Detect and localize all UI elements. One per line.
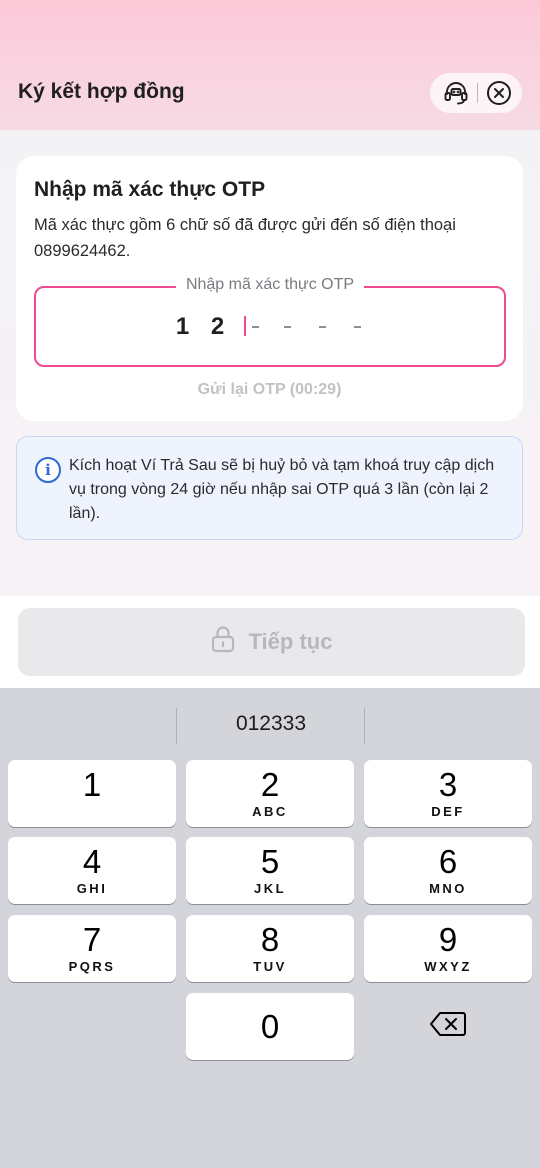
header-actions [430, 73, 522, 113]
key-number: 3 [438, 766, 458, 803]
otp-title: Nhập mã xác thực OTP [34, 178, 266, 201]
key-letters: TUV [253, 959, 287, 974]
key-7[interactable]: 7 PQRS [8, 915, 176, 982]
key-letters: DEF [431, 804, 465, 819]
otp-placeholder-dash [354, 326, 361, 328]
key-1[interactable]: 1 [8, 760, 176, 827]
warning-text: Kích hoạt Ví Trả Sau sẽ bị huỷ bỏ và tạm… [69, 457, 495, 522]
suggestion-item[interactable]: 012333 [178, 712, 364, 736]
text-caret [244, 316, 246, 336]
bottom-action-bar: Tiếp tục [0, 596, 540, 688]
key-3[interactable]: 3 DEF [364, 760, 532, 827]
key-number: 5 [260, 843, 280, 880]
key-8[interactable]: 8 TUV [186, 915, 354, 982]
key-4[interactable]: 4 GHI [8, 837, 176, 904]
headset-icon[interactable] [442, 79, 470, 107]
header: Ký kết hợp đồng [0, 0, 540, 130]
key-letters: ABC [252, 804, 288, 819]
key-number: 2 [260, 766, 280, 803]
otp-digit-3 [235, 312, 270, 342]
key-letters: MNO [429, 881, 467, 896]
key-0[interactable]: 0 [186, 993, 354, 1060]
backspace-key[interactable] [364, 993, 532, 1060]
otp-placeholder-dash [319, 326, 326, 328]
numeric-keyboard: 012333 1 2 ABC 3 DEF 4 GHI 5 JKL 6 MNO 7 [0, 688, 540, 1168]
otp-placeholder-dash [252, 326, 259, 328]
key-number: 7 [82, 921, 102, 958]
otp-card: Nhập mã xác thực OTP Mã xác thực gồm 6 c… [16, 156, 523, 421]
otp-placeholder-dash [284, 326, 291, 328]
warning-box: i Kích hoạt Ví Trả Sau sẽ bị huỷ bỏ và t… [16, 436, 523, 540]
otp-digits: 1 2 [36, 312, 504, 342]
key-number: 1 [82, 766, 102, 803]
key-5[interactable]: 5 JKL [186, 837, 354, 904]
lock-icon [211, 625, 235, 659]
otp-description: Mã xác thực gồm 6 chữ số đã được gửi đến… [34, 216, 456, 260]
key-number: 8 [260, 921, 280, 958]
key-letters: PQRS [68, 959, 116, 974]
suggestion-divider [364, 708, 365, 744]
key-number: 4 [82, 843, 102, 880]
suggestion-bar: 012333 [0, 688, 540, 758]
key-number: 9 [438, 921, 458, 958]
otp-digit-6 [340, 312, 375, 342]
resend-otp-link[interactable]: Gửi lại OTP (00:29) [16, 381, 523, 399]
key-letters: JKL [253, 881, 287, 896]
key-number: 6 [438, 843, 458, 880]
key-2[interactable]: 2 ABC [186, 760, 354, 827]
page-title: Ký kết hợp đồng [18, 80, 185, 103]
otp-input-label: Nhập mã xác thực OTP [175, 276, 365, 294]
screen: Ký kết hợp đồng Nhập mã xác thực OTP Mã … [0, 0, 540, 1168]
close-icon[interactable] [485, 79, 513, 107]
info-icon: i [35, 457, 61, 483]
continue-button-label: Tiếp tục [248, 629, 333, 654]
suggestion-divider [176, 708, 177, 744]
header-divider [477, 83, 478, 103]
key-9[interactable]: 9 WXYZ [364, 915, 532, 982]
otp-digit-5 [305, 312, 340, 342]
key-number: 0 [260, 1007, 280, 1045]
otp-input[interactable]: Nhập mã xác thực OTP 1 2 [34, 276, 506, 367]
otp-digit-2: 2 [210, 313, 225, 340]
otp-digit-4 [270, 312, 305, 342]
otp-digit-1: 1 [175, 313, 190, 340]
key-letters: WXYZ [424, 959, 472, 974]
continue-button[interactable]: Tiếp tục [18, 608, 525, 676]
backspace-icon [429, 1010, 467, 1043]
key-letters: GHI [76, 881, 108, 896]
key-6[interactable]: 6 MNO [364, 837, 532, 904]
